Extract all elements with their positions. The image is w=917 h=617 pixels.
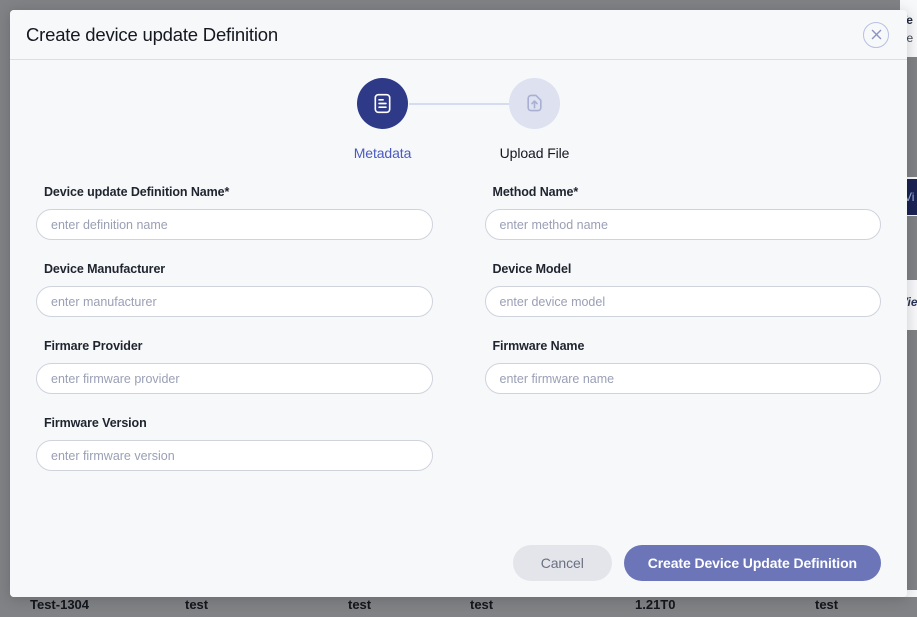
field-firmware-version: Firmware Version — [36, 416, 433, 471]
modal-header: Create device update Definition — [10, 10, 907, 60]
table-row[interactable]: Test-1304 test test test 1.21T0 test — [0, 597, 917, 617]
label-firmware-provider: Firmare Provider — [44, 339, 143, 353]
table-cell-provider: test — [815, 597, 839, 612]
device-model-input[interactable] — [484, 286, 881, 317]
method-name-input[interactable] — [484, 209, 881, 240]
modal-footer: Cancel Create Device Update Definition — [512, 545, 881, 581]
table-cell-version: 1.21T0 — [635, 597, 676, 612]
table-cell-method: test — [185, 597, 209, 612]
table-cell-model: test — [470, 597, 494, 612]
field-method-name: Method Name* — [484, 185, 881, 240]
label-firmware-version: Firmware Version — [44, 416, 147, 430]
table-cell-name: Test-1304 — [30, 597, 90, 612]
document-icon — [357, 78, 408, 129]
stepper-label-upload-file: Upload File — [499, 145, 570, 161]
label-device-manufacturer: Device Manufacturer — [44, 262, 166, 276]
field-definition-name: Device update Definition Name* — [36, 185, 433, 240]
create-device-update-definition-button[interactable]: Create Device Update Definition — [623, 545, 881, 581]
table-cell-manufacturer: test — [348, 597, 372, 612]
modal-body: Metadata Upload File Device update Defin… — [10, 60, 907, 597]
firmware-name-input[interactable] — [484, 363, 881, 394]
label-definition-name: Device update Definition Name* — [44, 185, 230, 199]
cancel-button[interactable]: Cancel — [512, 545, 612, 581]
page-title: Create device update Definition — [26, 23, 278, 45]
stepper: Metadata Upload File — [10, 60, 907, 161]
stepper-label-metadata: Metadata — [353, 145, 412, 161]
definition-name-input[interactable] — [36, 209, 433, 240]
upload-file-icon — [509, 78, 560, 129]
background-table: Test-1304 test test test 1.21T0 test — [0, 597, 917, 617]
label-device-model: Device Model — [492, 262, 572, 276]
label-firmware-name: Firmware Name — [492, 339, 585, 353]
field-firmware-name: Firmware Name — [484, 339, 881, 394]
metadata-form: Device update Definition Name* Method Na… — [10, 161, 907, 493]
firmware-version-input[interactable] — [36, 440, 433, 471]
firmware-provider-input[interactable] — [36, 363, 433, 394]
label-method-name: Method Name* — [492, 185, 579, 199]
close-icon[interactable] — [863, 21, 889, 48]
device-manufacturer-input[interactable] — [36, 286, 433, 317]
stepper-step-metadata[interactable]: Metadata — [307, 78, 509, 161]
create-device-update-definition-modal: Create device update Definition Metadata… — [10, 10, 907, 597]
field-device-model: Device Model — [484, 262, 881, 317]
stepper-step-upload-file[interactable]: Upload File — [459, 78, 611, 161]
field-firmware-provider: Firmare Provider — [36, 339, 433, 394]
field-device-manufacturer: Device Manufacturer — [36, 262, 433, 317]
